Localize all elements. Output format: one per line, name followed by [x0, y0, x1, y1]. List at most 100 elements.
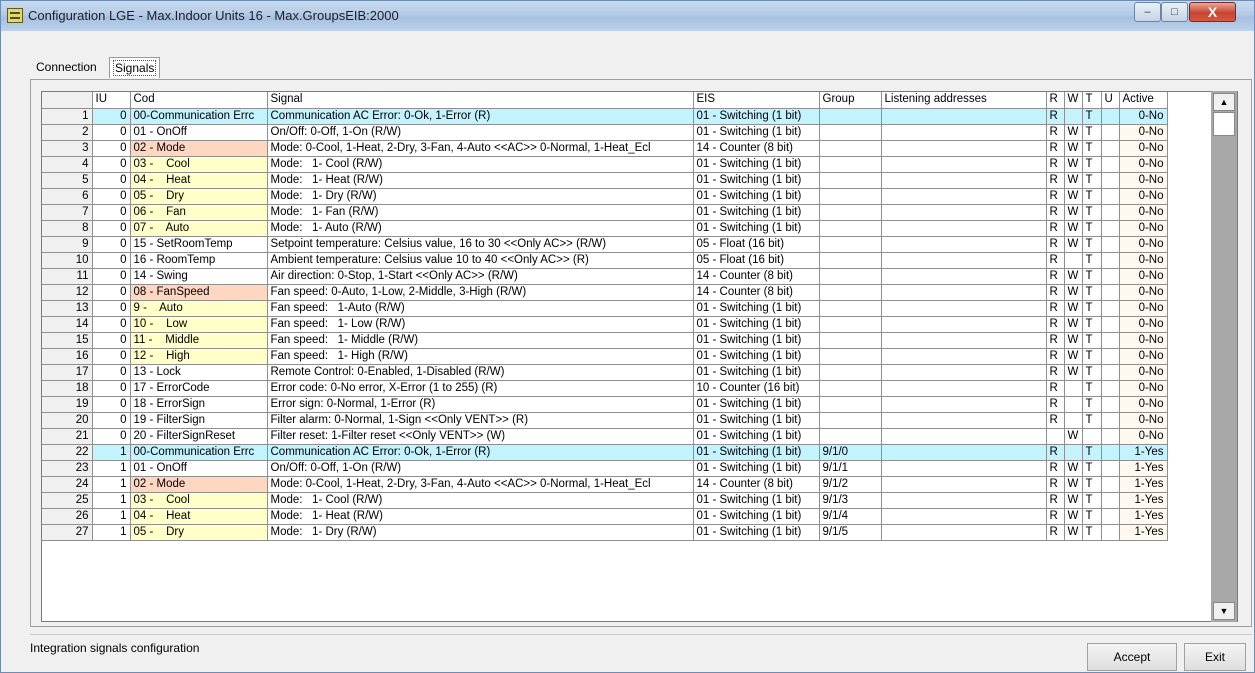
r-cell[interactable]: R: [1046, 492, 1065, 509]
group-cell[interactable]: 9/1/3: [819, 492, 882, 509]
signal-cell[interactable]: Mode: 1- Heat (R/W): [267, 172, 694, 189]
tab-connection[interactable]: Connection: [36, 57, 97, 77]
group-cell[interactable]: 9/1/0: [819, 444, 882, 461]
active-cell[interactable]: 0-No: [1119, 140, 1168, 157]
r-cell[interactable]: R: [1046, 380, 1065, 397]
r-cell[interactable]: R: [1046, 524, 1065, 541]
tab-signals[interactable]: Signals: [109, 57, 161, 78]
iu-cell[interactable]: 0: [92, 364, 131, 381]
u-cell[interactable]: [1101, 108, 1120, 125]
t-cell[interactable]: T: [1082, 300, 1102, 317]
signals-grid[interactable]: IU Cod Signal EIS Group Listening addres…: [41, 91, 1238, 622]
active-cell[interactable]: 0-No: [1119, 108, 1168, 125]
w-cell[interactable]: W: [1064, 428, 1083, 445]
signal-cell[interactable]: Fan speed: 1- Low (R/W): [267, 316, 694, 333]
signal-cell[interactable]: Ambient temperature: Celsius value 10 to…: [267, 252, 694, 269]
listening-cell[interactable]: [881, 188, 1047, 205]
listening-cell[interactable]: [881, 300, 1047, 317]
r-cell[interactable]: R: [1046, 108, 1065, 125]
u-cell[interactable]: [1101, 460, 1120, 477]
signal-cell[interactable]: Air direction: 0-Stop, 1-Start <<Only AC…: [267, 268, 694, 285]
w-cell[interactable]: W: [1064, 332, 1083, 349]
table-row[interactable]: 1 0 00-Communication Errc Communication AC …: [42, 108, 1168, 125]
active-cell[interactable]: 0-No: [1119, 284, 1168, 301]
t-cell[interactable]: T: [1082, 396, 1102, 413]
eis-cell[interactable]: 01 - Switching (1 bit): [693, 156, 820, 173]
listening-cell[interactable]: [881, 460, 1047, 477]
active-cell[interactable]: 0-No: [1119, 156, 1168, 173]
t-cell[interactable]: T: [1082, 492, 1102, 509]
r-cell[interactable]: R: [1046, 140, 1065, 157]
row-number-cell[interactable]: 10: [42, 252, 93, 269]
signal-cell[interactable]: Mode: 1- Auto (R/W): [267, 220, 694, 237]
signal-cell[interactable]: Mode: 1- Heat (R/W): [267, 508, 694, 525]
eis-cell[interactable]: 05 - Float (16 bit): [693, 236, 820, 253]
row-number-cell[interactable]: 2: [42, 124, 93, 141]
listening-cell[interactable]: [881, 380, 1047, 397]
table-row[interactable]: 19 0 18 - ErrorSign Error sign: 0-Normal, 1…: [42, 396, 1168, 413]
signal-cell[interactable]: Fan speed: 1-Auto (R/W): [267, 300, 694, 317]
iu-cell[interactable]: 0: [92, 252, 131, 269]
t-cell[interactable]: T: [1082, 348, 1102, 365]
w-cell[interactable]: W: [1064, 364, 1083, 381]
cod-cell[interactable]: 05 - Dry: [130, 524, 268, 541]
row-number-cell[interactable]: 4: [42, 156, 93, 173]
listening-cell[interactable]: [881, 364, 1047, 381]
active-cell[interactable]: 0-No: [1119, 348, 1168, 365]
cod-cell[interactable]: 12 - High: [130, 348, 268, 365]
maximize-button[interactable]: □: [1161, 2, 1188, 22]
r-cell[interactable]: [1046, 428, 1065, 445]
cod-cell[interactable]: 15 - SetRoomTemp: [130, 236, 268, 253]
active-cell[interactable]: 0-No: [1119, 236, 1168, 253]
group-cell[interactable]: [819, 156, 882, 173]
eis-cell[interactable]: 10 - Counter (16 bit): [693, 380, 820, 397]
col-header-r[interactable]: R: [1046, 92, 1065, 109]
t-cell[interactable]: T: [1082, 140, 1102, 157]
table-row[interactable]: 23 1 01 - OnOff On/Off: 0-Off, 1-On (R/W) 01…: [42, 460, 1168, 477]
signal-cell[interactable]: Setpoint temperature: Celsius value, 16 …: [267, 236, 694, 253]
eis-cell[interactable]: 14 - Counter (8 bit): [693, 284, 820, 301]
iu-cell[interactable]: 0: [92, 380, 131, 397]
active-cell[interactable]: 0-No: [1119, 316, 1168, 333]
table-row[interactable]: 3 0 02 - Mode Mode: 0-Cool, 1-Heat, 2-Dry, …: [42, 140, 1168, 157]
w-cell[interactable]: W: [1064, 188, 1083, 205]
table-row[interactable]: 6 0 05 - Dry Mode: 1- Dry (R/W) 01 - Switchi…: [42, 188, 1168, 205]
cod-cell[interactable]: 00-Communication Errc: [130, 108, 268, 125]
group-cell[interactable]: [819, 252, 882, 269]
cod-cell[interactable]: 17 - ErrorCode: [130, 380, 268, 397]
row-number-cell[interactable]: 1: [42, 108, 93, 125]
eis-cell[interactable]: 01 - Switching (1 bit): [693, 124, 820, 141]
r-cell[interactable]: R: [1046, 396, 1065, 413]
row-number-cell[interactable]: 7: [42, 204, 93, 221]
group-cell[interactable]: [819, 300, 882, 317]
iu-cell[interactable]: 0: [92, 124, 131, 141]
w-cell[interactable]: W: [1064, 124, 1083, 141]
col-header-listening[interactable]: Listening addresses: [881, 92, 1047, 109]
listening-cell[interactable]: [881, 252, 1047, 269]
signal-cell[interactable]: Mode: 1- Dry (R/W): [267, 188, 694, 205]
r-cell[interactable]: R: [1046, 172, 1065, 189]
row-number-cell[interactable]: 27: [42, 524, 93, 541]
table-row[interactable]: 24 1 02 - Mode Mode: 0-Cool, 1-Heat, 2-Dry,…: [42, 476, 1168, 493]
r-cell[interactable]: R: [1046, 156, 1065, 173]
w-cell[interactable]: [1064, 444, 1083, 461]
table-row[interactable]: 13 0 9 - Auto Fan speed: 1-Auto (R/W) 01 - S…: [42, 300, 1168, 317]
col-header-iu[interactable]: IU: [92, 92, 131, 109]
row-number-cell[interactable]: 23: [42, 460, 93, 477]
eis-cell[interactable]: 01 - Switching (1 bit): [693, 108, 820, 125]
row-number-cell[interactable]: 3: [42, 140, 93, 157]
listening-cell[interactable]: [881, 428, 1047, 445]
t-cell[interactable]: T: [1082, 124, 1102, 141]
eis-cell[interactable]: 01 - Switching (1 bit): [693, 444, 820, 461]
u-cell[interactable]: [1101, 156, 1120, 173]
active-cell[interactable]: 0-No: [1119, 268, 1168, 285]
listening-cell[interactable]: [881, 108, 1047, 125]
group-cell[interactable]: [819, 140, 882, 157]
table-row[interactable]: 9 0 15 - SetRoomTemp Setpoint temperature: …: [42, 236, 1168, 253]
r-cell[interactable]: R: [1046, 476, 1065, 493]
group-cell[interactable]: [819, 332, 882, 349]
minimize-button[interactable]: –: [1134, 2, 1161, 22]
t-cell[interactable]: [1082, 428, 1102, 445]
r-cell[interactable]: R: [1046, 460, 1065, 477]
iu-cell[interactable]: 1: [92, 508, 131, 525]
